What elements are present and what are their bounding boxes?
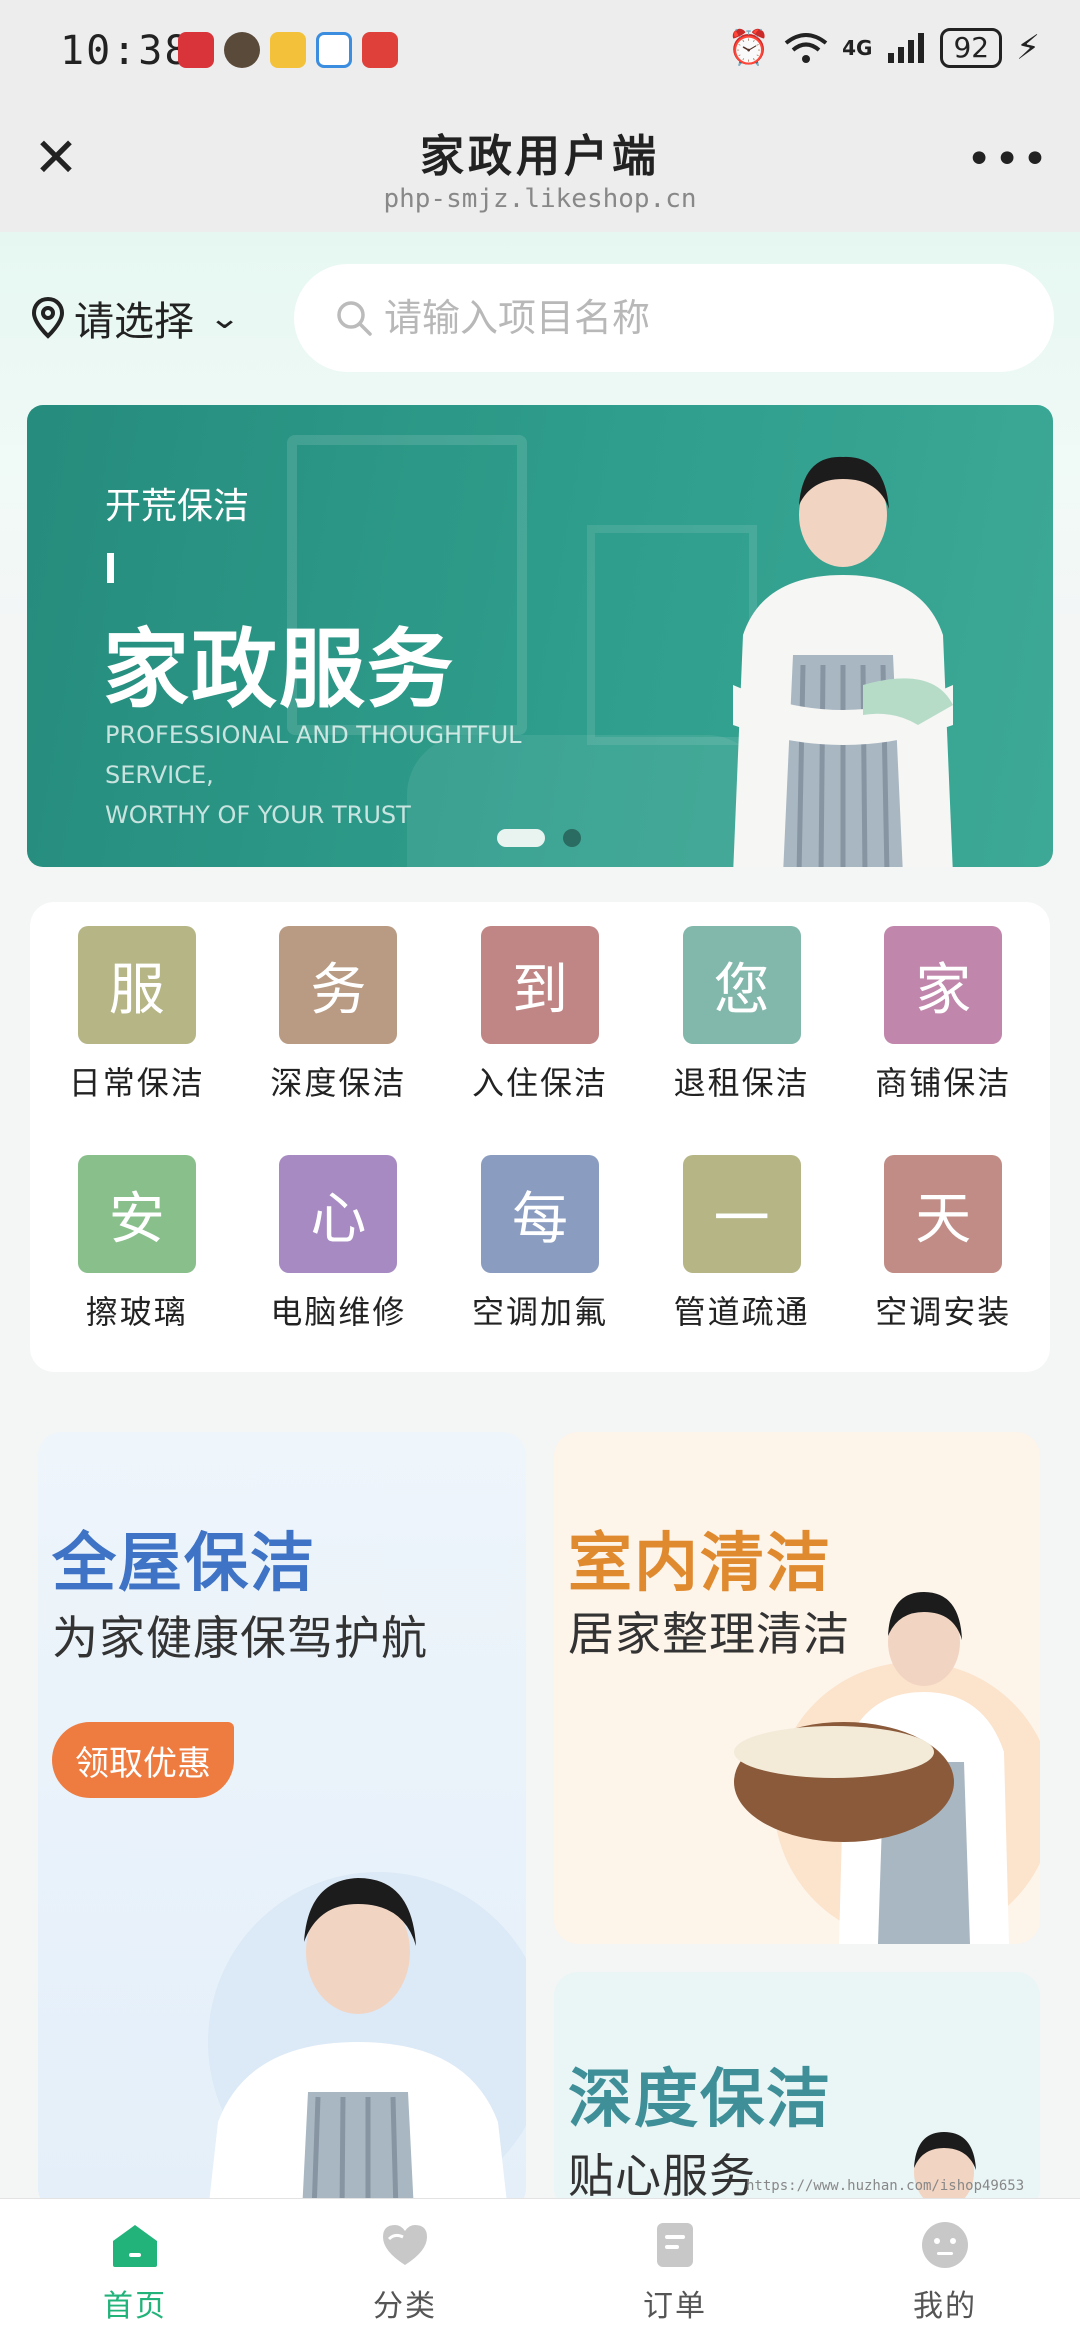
- network-type: 4G: [842, 36, 873, 60]
- category-icon: 天: [884, 1155, 1003, 1273]
- category-item[interactable]: 一管道疏通: [641, 1155, 843, 1372]
- order-doc-icon: [657, 2223, 693, 2267]
- bottom-tab-bar: 首页 分类 订单 我的: [0, 2198, 1080, 2340]
- tab-label: 我的: [913, 2289, 977, 2324]
- banner-english-line: PROFESSIONAL AND THOUGHTFUL SERVICE,: [105, 721, 522, 789]
- promo-card-indoor-cleaning[interactable]: 室内清洁 居家整理清洁: [554, 1432, 1040, 1944]
- carousel-indicator: [497, 829, 581, 847]
- category-item[interactable]: 服日常保洁: [36, 926, 238, 1143]
- housekeeper-illustration: [914, 2132, 976, 2208]
- promo-card-deep-cleaning[interactable]: 深度保洁 贴心服务: [554, 1972, 1040, 2212]
- wifi-icon: [784, 33, 828, 63]
- category-icon: 务: [279, 926, 398, 1044]
- banner-divider: [107, 553, 114, 583]
- watermark: https://www.huzhan.com/ishop49653: [746, 2178, 1025, 2194]
- chat-app-icon: [316, 32, 352, 68]
- housekeeper-laundry-illustration: [734, 1592, 1040, 1944]
- home-icon: [113, 2225, 157, 2267]
- housekeeper-illustration: [733, 456, 953, 867]
- category-icon: 到: [480, 926, 599, 1044]
- location-selector[interactable]: 请选择 ⌄: [30, 288, 241, 348]
- category-icon: 您: [682, 926, 801, 1044]
- category-icon: 每: [480, 1155, 599, 1273]
- tab-profile[interactable]: 我的: [810, 2199, 1080, 2340]
- search-icon: [337, 301, 372, 336]
- alarm-icon: ⏰: [727, 28, 771, 68]
- category-label: 退租保洁: [673, 1064, 810, 1102]
- category-label: 深度保洁: [270, 1064, 407, 1102]
- location-pin-icon: [31, 296, 65, 339]
- status-indicators: ⏰ 4G 92 ⚡: [728, 28, 1040, 68]
- game-app-icon: [362, 32, 398, 68]
- category-label: 空调加氟: [471, 1293, 608, 1331]
- category-label: 日常保洁: [68, 1064, 205, 1102]
- category-item[interactable]: 心电脑维修: [238, 1155, 440, 1372]
- tab-home[interactable]: 首页: [0, 2199, 270, 2340]
- category-item[interactable]: 您退租保洁: [641, 926, 843, 1143]
- category-icon: 服: [77, 926, 196, 1044]
- tab-category[interactable]: 分类: [270, 2199, 540, 2340]
- banner-english-text: PROFESSIONAL AND THOUGHTFUL SERVICE, WOR…: [105, 715, 625, 835]
- tab-label: 分类: [373, 2289, 437, 2324]
- category-label: 商铺保洁: [875, 1064, 1012, 1102]
- category-item[interactable]: 每空调加氟: [439, 1155, 641, 1372]
- banner-carousel[interactable]: 开荒保洁 家政服务 PROFESSIONAL AND THOUGHTFUL SE…: [27, 405, 1053, 867]
- promo-subtitle: 为家健康保驾护航: [52, 1611, 428, 1665]
- service-category-grid: 服日常保洁务深度保洁到入住保洁您退租保洁家商铺保洁安擦玻璃心电脑维修每空调加氟一…: [30, 902, 1050, 1372]
- weibo-app-icon: [270, 32, 306, 68]
- category-item[interactable]: 家商铺保洁: [842, 926, 1044, 1143]
- banner-small-text: 开荒保洁: [105, 486, 250, 527]
- carousel-dot: [563, 829, 581, 847]
- avatar-app-icon: [224, 32, 260, 68]
- promo-title: 深度保洁: [568, 2063, 832, 2137]
- category-label: 管道疏通: [673, 1293, 810, 1331]
- tab-orders[interactable]: 订单: [540, 2199, 810, 2340]
- category-label: 空调安装: [875, 1293, 1012, 1331]
- search-bar[interactable]: [294, 264, 1054, 372]
- carousel-dot-active: [497, 829, 545, 847]
- huawei-app-icon: [178, 32, 214, 68]
- page-title: 家政用户端: [420, 131, 660, 182]
- category-item[interactable]: 务深度保洁: [238, 926, 440, 1143]
- promo-subtitle: 贴心服务: [568, 2149, 756, 2203]
- status-time: 10:38: [60, 28, 191, 74]
- more-menu-icon[interactable]: •••: [966, 138, 1050, 182]
- status-bar: 10:38 ⏰ 4G 92 ⚡: [0, 0, 1080, 100]
- mini-program-header: ✕ 家政用户端 php-smjz.likeshop.cn •••: [0, 100, 1080, 232]
- category-label: 擦玻璃: [85, 1293, 188, 1331]
- category-label: 电脑维修: [270, 1293, 407, 1331]
- get-coupon-button[interactable]: 领取优惠: [52, 1722, 234, 1798]
- profile-face-icon: [922, 2222, 968, 2268]
- category-icon: 心: [279, 1155, 398, 1273]
- housekeeper-illustration: [208, 1872, 526, 2212]
- category-item[interactable]: 到入住保洁: [439, 926, 641, 1143]
- location-label: 请选择: [74, 299, 194, 345]
- category-heart-icon: [383, 2225, 427, 2265]
- page-domain: php-smjz.likeshop.cn: [383, 184, 697, 214]
- tab-label: 订单: [643, 2289, 707, 2324]
- category-item[interactable]: 天空调安装: [842, 1155, 1044, 1372]
- category-icon: 一: [682, 1155, 801, 1273]
- category-icon: 安: [77, 1155, 196, 1273]
- banner-headline: 家政服务: [103, 620, 455, 720]
- chevron-down-icon: ⌄: [208, 300, 241, 336]
- category-item[interactable]: 安擦玻璃: [36, 1155, 238, 1372]
- promo-title: 全屋保洁: [52, 1527, 316, 1601]
- category-icon: 家: [884, 926, 1003, 1044]
- battery-level: 92: [940, 28, 1003, 68]
- charging-icon: ⚡: [1016, 28, 1040, 68]
- promo-card-whole-house[interactable]: 全屋保洁 为家健康保驾护航 领取优惠: [38, 1432, 526, 2212]
- category-label: 入住保洁: [471, 1064, 608, 1102]
- signal-icon: [888, 33, 925, 63]
- tab-label: 首页: [103, 2289, 167, 2324]
- search-input[interactable]: [382, 295, 982, 341]
